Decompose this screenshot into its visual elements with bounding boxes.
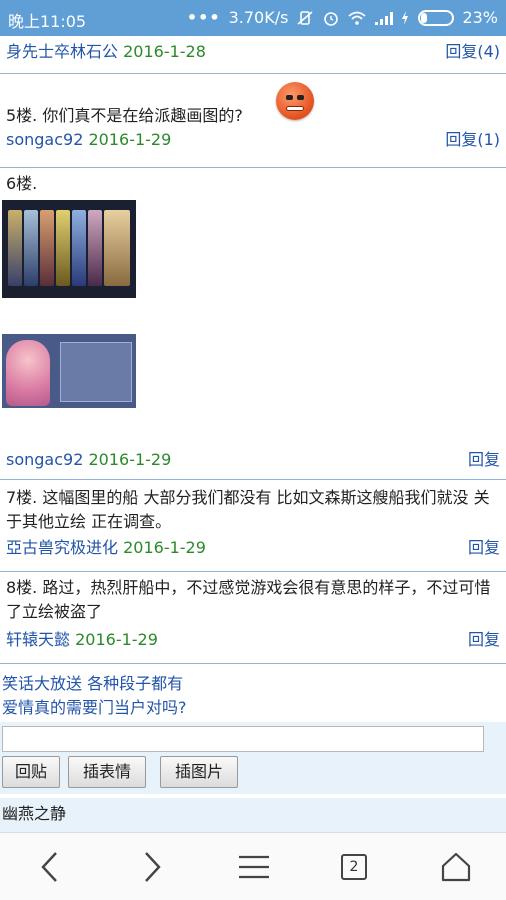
post-image-ship-cards[interactable] <box>2 200 136 298</box>
battery-icon <box>418 9 455 26</box>
post-meta: songac92 2016-1-29 回复 <box>6 448 500 472</box>
home-button[interactable] <box>432 845 480 889</box>
signal-icon <box>374 10 394 26</box>
hamburger-menu-icon <box>239 855 269 879</box>
chevron-left-icon <box>41 852 57 882</box>
reply-link[interactable]: 回复 <box>468 536 500 560</box>
menu-button[interactable] <box>230 845 278 889</box>
post-date: 2016-1-28 <box>123 42 206 61</box>
browser-bottom-nav: 2 <box>0 832 506 900</box>
reply-link[interactable]: 回复(4) <box>445 40 500 64</box>
insert-image-button[interactable]: 插图片 <box>160 756 238 788</box>
battery-percent: 23% <box>462 8 498 27</box>
vibrate-off-icon <box>296 10 314 26</box>
post-meta: 亞古兽究极进化 2016-1-29 回复 <box>6 536 500 560</box>
author-link[interactable]: 轩辕天懿 <box>6 630 70 649</box>
reply-composer: 回贴 插表情 插图片 <box>0 722 506 794</box>
post-meta: 身先士卒林石公 2016-1-28 回复(4) <box>6 40 500 64</box>
post-image-character[interactable] <box>2 334 136 408</box>
insert-emoji-button[interactable]: 插表情 <box>68 756 146 788</box>
status-time: 晚上11:05 <box>8 12 87 31</box>
more-dots-icon: ••• <box>186 8 221 27</box>
reply-link[interactable]: 回复 <box>468 628 500 652</box>
post-text: 8楼. 路过，热烈肝船中，不过感觉游戏会很有意思的样子，不过可惜了立绘被盗了 <box>6 578 491 621</box>
back-button[interactable] <box>26 845 74 889</box>
post-date: 2016-1-29 <box>88 130 172 149</box>
wifi-icon <box>348 10 367 26</box>
list-item: 5楼. 你们真不是在给派趣画图的? songac92 2016-1-29 回复(… <box>0 74 506 168</box>
forward-button[interactable] <box>128 845 176 889</box>
post-text: 5楼. 你们真不是在给派趣画图的? <box>6 106 243 125</box>
status-bar: 晚上11:05 ••• 3.70K/s 23% <box>0 0 506 36</box>
post-date: 2016-1-29 <box>123 538 206 557</box>
post-text: 6楼. <box>6 174 38 193</box>
author-link[interactable]: 亞古兽究极进化 <box>6 538 118 557</box>
reply-input[interactable] <box>2 726 484 752</box>
quick-box-title: 幽燕之静 <box>2 804 67 823</box>
post-meta: 轩辕天懿 2016-1-29 回复 <box>6 628 500 652</box>
grinning-emoji-icon <box>276 82 314 120</box>
related-links: 笑话大放送 各种段子都有 爱情真的需要门当户对吗? <box>0 664 506 724</box>
post-text: 7楼. 这幅图里的船 大部分我们都没有 比如文森斯这艘船我们就没 关于其他立绘 … <box>6 488 490 531</box>
post-date: 2016-1-29 <box>88 450 172 469</box>
author-link[interactable]: songac92 <box>6 130 83 149</box>
thread-content: 身先士卒林石公 2016-1-28 回复(4) 5楼. 你们真不是在给派趣画图的… <box>0 36 506 832</box>
alarm-icon <box>322 10 340 26</box>
home-icon <box>441 852 471 882</box>
post-date: 2016-1-29 <box>75 630 158 649</box>
chevron-right-icon <box>145 852 161 882</box>
post-meta: songac92 2016-1-29 回复(1) <box>6 128 500 152</box>
status-icons: ••• 3.70K/s 23% <box>187 8 498 27</box>
quick-box: 幽燕之静 <box>0 798 506 832</box>
list-item: 7楼. 这幅图里的船 大部分我们都没有 比如文森斯这艘船我们就没 关于其他立绘 … <box>0 480 506 572</box>
list-item: 8楼. 路过，热烈肝船中，不过感觉游戏会很有意思的样子，不过可惜了立绘被盗了 轩… <box>0 572 506 664</box>
related-link[interactable]: 笑话大放送 各种段子都有 <box>2 672 504 696</box>
submit-reply-button[interactable]: 回贴 <box>2 756 60 788</box>
tabs-button[interactable]: 2 <box>330 845 378 889</box>
list-item: 身先士卒林石公 2016-1-28 回复(4) <box>0 36 506 74</box>
network-speed: 3.70K/s <box>228 8 289 27</box>
tab-count: 2 <box>341 854 367 880</box>
list-item: 6楼. songac92 2016-1-29 回复 <box>0 168 506 480</box>
charging-icon <box>400 10 410 26</box>
author-link[interactable]: 身先士卒林石公 <box>6 42 118 61</box>
author-link[interactable]: songac92 <box>6 450 83 469</box>
reply-link[interactable]: 回复(1) <box>445 128 500 152</box>
related-link[interactable]: 爱情真的需要门当户对吗? <box>2 696 504 720</box>
reply-link[interactable]: 回复 <box>468 448 500 472</box>
